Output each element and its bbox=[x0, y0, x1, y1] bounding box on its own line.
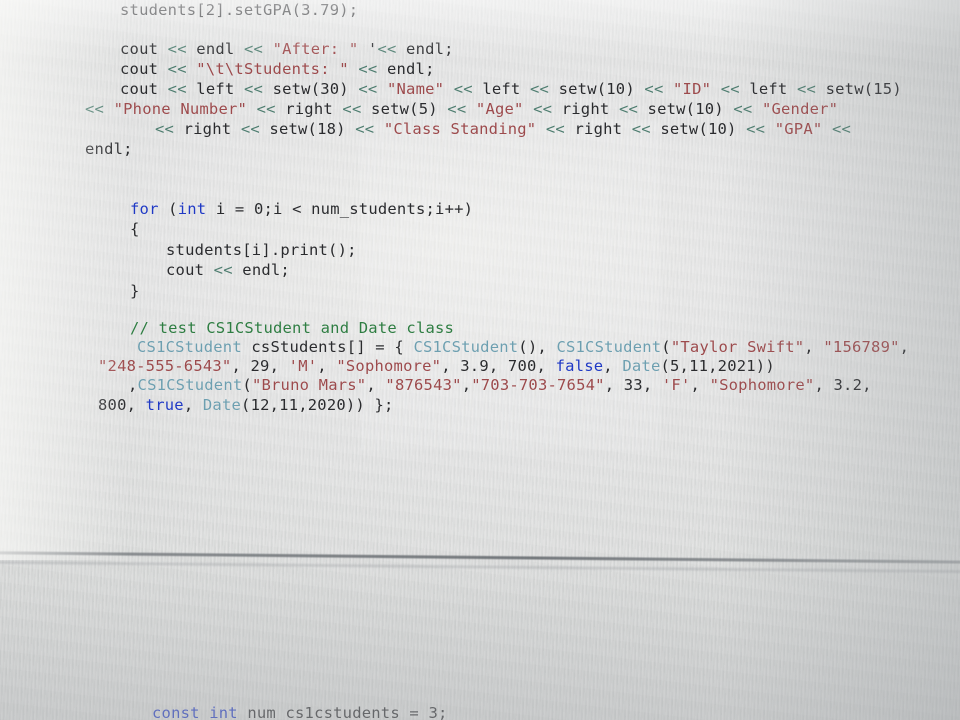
code-token: num_cs1cstudents = 3; bbox=[247, 704, 448, 720]
code-editor-bottom-pane[interactable]: const int num_cs1cstudents = 3; bbox=[0, 0, 960, 720]
line-const-num[interactable]: const int num_cs1cstudents = 3; bbox=[152, 703, 448, 720]
screen-photo: students[2].setGPA(3.79); cout << endl <<… bbox=[0, 0, 960, 720]
code-token: int bbox=[209, 704, 248, 720]
code-token: const bbox=[152, 704, 210, 720]
